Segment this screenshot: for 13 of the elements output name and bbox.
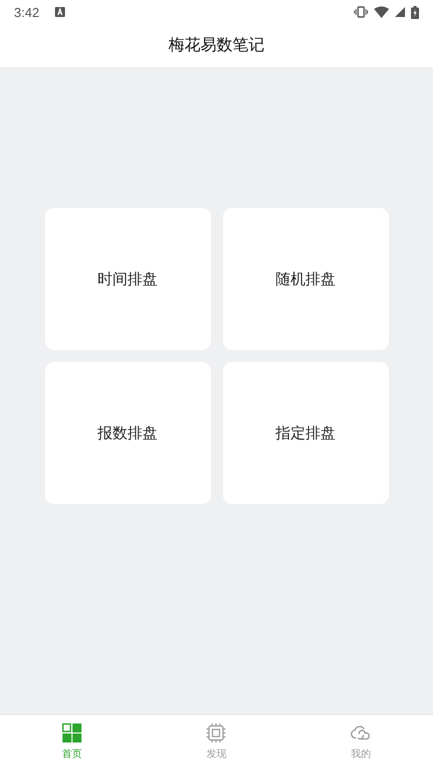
menu-card[interactable]: 随机排盘 bbox=[222, 208, 388, 350]
signal-icon bbox=[395, 7, 405, 17]
battery-icon bbox=[411, 6, 419, 18]
menu-card[interactable]: 报数排盘 bbox=[44, 362, 210, 504]
chip-icon bbox=[206, 723, 226, 743]
notification-icon bbox=[55, 7, 66, 17]
menu-card[interactable]: 指定排盘 bbox=[222, 362, 388, 504]
app-title: 梅花易数笔记 bbox=[168, 35, 264, 56]
vibrate-icon bbox=[354, 6, 368, 18]
status-time: 3:42 bbox=[14, 4, 40, 20]
wifi-icon bbox=[374, 6, 389, 18]
menu-card[interactable]: 时间排盘 bbox=[44, 208, 210, 350]
grid-icon bbox=[62, 723, 82, 743]
